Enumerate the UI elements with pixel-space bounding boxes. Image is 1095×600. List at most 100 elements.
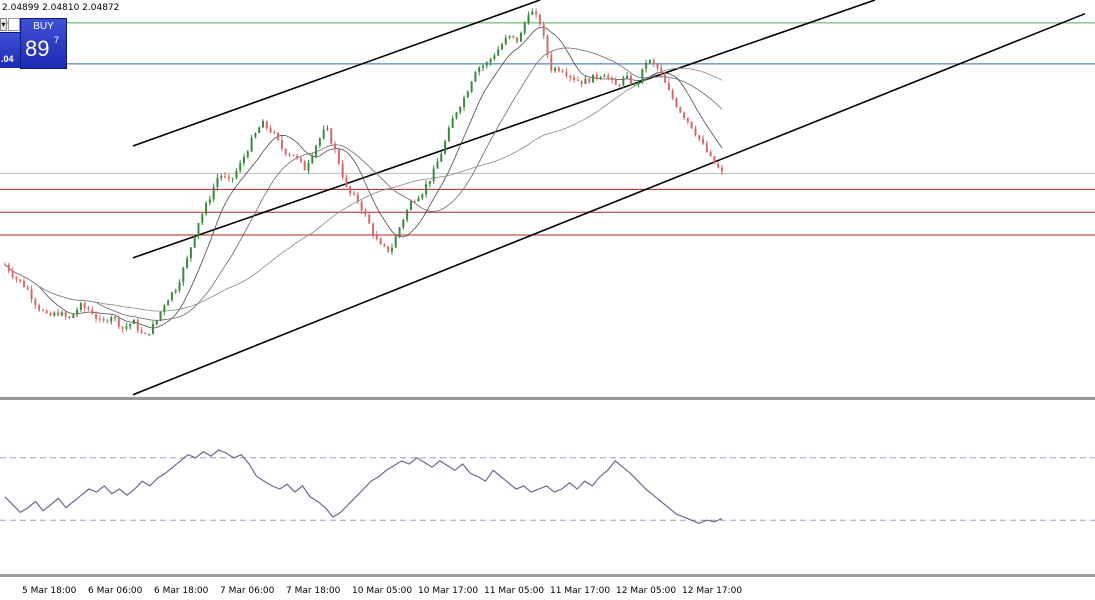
- candle-body: [117, 317, 120, 327]
- candle-body: [193, 236, 196, 248]
- volume-dropdown-icon[interactable]: ▾: [0, 18, 7, 31]
- buy-label: BUY: [33, 21, 54, 32]
- time-tick-label: 11 Mar 17:00: [550, 586, 611, 596]
- candle-body: [409, 201, 412, 210]
- volume-input[interactable]: [8, 18, 20, 31]
- candle: [493, 52, 496, 61]
- candle: [22, 278, 25, 288]
- candle-body: [614, 79, 617, 85]
- candle-body: [694, 128, 697, 136]
- candle-body: [546, 35, 549, 55]
- candle: [117, 315, 120, 330]
- candle: [205, 200, 208, 216]
- candle-body: [432, 168, 435, 181]
- candle: [717, 161, 720, 169]
- candle: [303, 159, 306, 171]
- candle: [482, 63, 484, 72]
- candle: [318, 137, 321, 149]
- candle-body: [151, 324, 154, 334]
- candle-body: [466, 91, 469, 98]
- candle: [504, 34, 507, 46]
- candle-body: [299, 157, 302, 162]
- candle-body: [379, 238, 382, 245]
- candle-body: [637, 82, 640, 84]
- candle: [451, 115, 454, 128]
- candle-body: [159, 311, 162, 320]
- candle-body: [303, 161, 306, 171]
- candle-body: [189, 247, 192, 259]
- candle-body: [125, 326, 128, 329]
- candle: [76, 307, 79, 318]
- candle: [273, 129, 276, 135]
- candle: [652, 57, 655, 68]
- time-tick-label: 7 Mar 06:00: [220, 586, 275, 596]
- candle-body: [246, 151, 249, 158]
- candle-body: [250, 137, 253, 152]
- buy-price-pipette: 7: [54, 35, 60, 45]
- main-panel-separator: [0, 397, 1095, 400]
- candle-body: [463, 97, 466, 108]
- candle: [83, 301, 86, 312]
- candle: [121, 326, 124, 333]
- candle-body: [144, 332, 147, 334]
- candle-body: [402, 219, 405, 228]
- candle: [497, 45, 500, 56]
- candle-body: [580, 80, 583, 84]
- candle: [178, 279, 181, 293]
- candle: [7, 262, 10, 274]
- candle-body: [679, 107, 682, 113]
- candle-body: [155, 319, 158, 325]
- candle-body: [508, 35, 511, 38]
- candle-body: [444, 141, 447, 154]
- candle-body: [322, 129, 325, 139]
- candle: [675, 97, 678, 109]
- candle-body: [30, 289, 33, 300]
- candle-body: [645, 62, 648, 69]
- candle: [208, 195, 211, 206]
- candle-body: [98, 318, 101, 320]
- candle-body: [478, 67, 481, 73]
- candle: [197, 222, 200, 239]
- candle-body: [19, 279, 22, 282]
- time-tick-label: 12 Mar 05:00: [616, 586, 677, 596]
- moving-average-mid: [4, 47, 723, 321]
- candle-body: [68, 316, 71, 319]
- candle: [68, 315, 71, 320]
- candle: [440, 151, 443, 162]
- candle-body: [163, 305, 166, 312]
- candle: [163, 304, 166, 316]
- candle-body: [428, 180, 431, 185]
- candle-body: [114, 317, 117, 319]
- candle: [512, 35, 515, 39]
- candle-body: [178, 282, 181, 291]
- candle-body: [383, 244, 386, 246]
- candle: [459, 106, 462, 115]
- candle-body: [136, 320, 139, 331]
- candle: [136, 317, 139, 334]
- candle: [383, 243, 386, 248]
- oscillator-panel-separator: [0, 574, 1095, 577]
- candle: [690, 121, 693, 129]
- sell-button[interactable]: .04: [0, 32, 20, 68]
- candle: [444, 139, 447, 155]
- candle: [516, 37, 519, 44]
- candle: [713, 155, 716, 165]
- candle-body: [489, 58, 492, 63]
- candle-body: [49, 312, 52, 316]
- candle-body: [41, 309, 44, 311]
- candle: [569, 74, 572, 82]
- candle: [269, 125, 272, 134]
- candle: [34, 297, 37, 310]
- candle-body: [387, 245, 390, 252]
- candle-body: [326, 128, 329, 130]
- candle: [671, 88, 674, 101]
- channel-lower-line: [132, 12, 1086, 396]
- candle: [26, 285, 29, 291]
- candle-body: [497, 49, 500, 56]
- candle: [592, 74, 595, 83]
- candle-body: [364, 210, 367, 215]
- candle: [425, 180, 428, 198]
- candle-body: [212, 187, 215, 200]
- candle-body: [550, 54, 553, 71]
- candle-body: [356, 194, 359, 202]
